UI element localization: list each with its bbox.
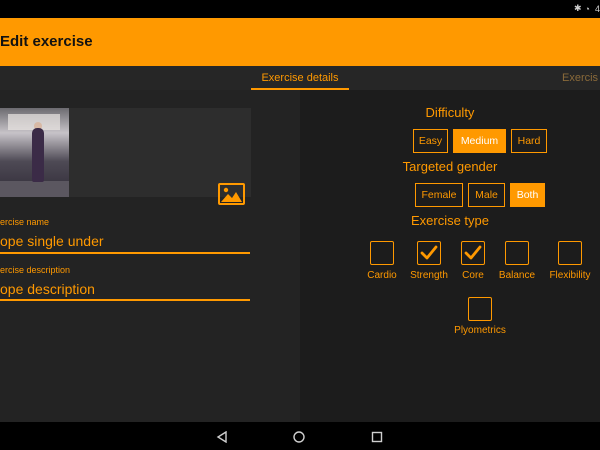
- exercise-name-label: ercise name: [0, 217, 50, 227]
- thumb-person: [32, 128, 44, 182]
- checkbox-plyometrics[interactable]: [468, 297, 492, 321]
- tab-label: Exercise details: [261, 72, 339, 84]
- details-form-pane: ercise name ope single under ercise desc…: [0, 90, 300, 422]
- image-icon: [221, 187, 242, 202]
- checkbox-strength[interactable]: [417, 241, 441, 265]
- checkbox-balance[interactable]: [505, 241, 529, 265]
- tab-label: Exercis: [562, 72, 599, 84]
- difficulty-hard-button[interactable]: Hard: [511, 129, 547, 153]
- gender-female-button[interactable]: Female: [415, 183, 463, 207]
- thumb-floor: [0, 181, 69, 197]
- checkbox-label-plyometrics: Plyometrics: [454, 325, 506, 336]
- status-time: 4: [594, 3, 600, 14]
- checkbox-core[interactable]: [461, 241, 485, 265]
- page-title: Edit exercise: [0, 33, 93, 50]
- bluetooth-icon: ✱: [574, 3, 582, 13]
- difficulty-title: Difficulty: [425, 105, 475, 120]
- tab-exercises[interactable]: Exercis: [562, 66, 600, 90]
- checkmark-icon: [464, 245, 482, 260]
- tab-exercise-details[interactable]: Exercise details: [251, 66, 349, 90]
- recents-icon: [371, 431, 383, 443]
- attributes-pane: Difficulty Easy Medium Hard Targeted gen…: [300, 90, 600, 422]
- difficulty-medium-button[interactable]: Medium: [453, 129, 506, 153]
- exercise-name-input[interactable]: ope single under: [0, 233, 250, 249]
- back-button[interactable]: [216, 430, 228, 448]
- exercise-media: [0, 108, 251, 205]
- difficulty-easy-button[interactable]: Easy: [413, 129, 448, 153]
- system-nav-bar: [0, 422, 600, 450]
- checkbox-cardio[interactable]: [370, 241, 394, 265]
- gender-both-button[interactable]: Both: [510, 183, 545, 207]
- app-screen: ✱ ◔ 4 Edit exercise Exercise details Exe…: [0, 0, 600, 450]
- back-icon: [216, 430, 227, 444]
- app-bar: Edit exercise: [0, 18, 600, 66]
- exercise-description-underline: [0, 299, 250, 301]
- status-icons: ✱ ◔ 4: [574, 3, 600, 14]
- pick-image-button[interactable]: [218, 183, 245, 205]
- exercise-description-label: ercise description: [0, 265, 71, 275]
- status-bar: ✱ ◔ 4: [0, 0, 600, 18]
- home-icon: [293, 431, 305, 443]
- exercise-type-title: Exercise type: [410, 213, 490, 228]
- recents-button[interactable]: [371, 430, 383, 448]
- checkbox-flexibility[interactable]: [558, 241, 582, 265]
- checkmark-icon: [420, 245, 438, 260]
- exercise-name-underline: [0, 252, 250, 254]
- wifi-icon: ◔: [584, 3, 590, 14]
- checkbox-label-flexibility: Flexibility: [549, 270, 591, 281]
- tab-bar: Exercise details Exercis: [0, 66, 600, 90]
- gender-title: Targeted gender: [402, 159, 498, 174]
- gender-male-button[interactable]: Male: [468, 183, 505, 207]
- home-button[interactable]: [293, 430, 305, 448]
- exercise-thumbnail[interactable]: [0, 108, 69, 197]
- exercise-description-input[interactable]: ope description: [0, 281, 250, 297]
